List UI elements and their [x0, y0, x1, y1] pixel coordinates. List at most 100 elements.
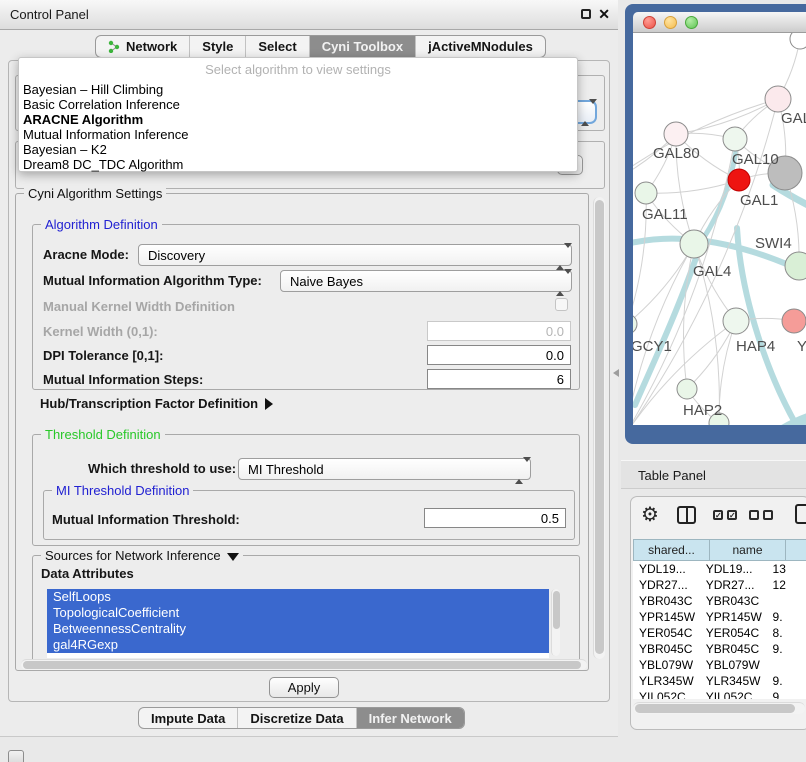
table-cell: YLR345W: [700, 673, 767, 689]
cyni-algorithm-settings-group: Cyni Algorithm Settings Algorithm Defini…: [15, 193, 589, 671]
unchecked-box-icon: [763, 510, 773, 520]
deselect-all-icon[interactable]: [749, 510, 773, 520]
network-svg: GALGAL80GAL10GAL1GAL11SWI4GAL4GCY1HAP4YH…: [633, 33, 806, 425]
network-canvas[interactable]: GALGAL80GAL10GAL1GAL11SWI4GAL4GCY1HAP4YH…: [633, 33, 806, 425]
table-cell: YBR045C: [633, 641, 700, 657]
tab-style[interactable]: Style: [190, 36, 246, 57]
sources-legend[interactable]: Sources for Network Inference: [41, 548, 243, 563]
mi-steps-field[interactable]: 6: [427, 369, 571, 389]
algorithm-option[interactable]: Mutual Information Inference: [19, 127, 577, 142]
network-node-label: GAL11: [642, 206, 688, 223]
tab-discretize-data[interactable]: Discretize Data: [238, 708, 356, 728]
data-attribute-item[interactable]: gal4RGexp: [47, 637, 549, 653]
hub-transcription-factor-expander[interactable]: Hub/Transcription Factor Definition: [40, 396, 273, 411]
attributes-scrollbar[interactable]: [551, 589, 560, 656]
table-cell: YBL079W: [633, 657, 700, 673]
minimize-traffic-light-icon[interactable]: [664, 16, 677, 29]
close-traffic-light-icon[interactable]: [643, 16, 656, 29]
column-header-shared...[interactable]: shared...: [633, 539, 709, 561]
network-node-gal80[interactable]: [664, 122, 688, 146]
settings-horizontal-scrollbar[interactable]: [21, 659, 587, 670]
network-node[interactable]: [790, 33, 806, 49]
data-attributes-label: Data Attributes: [41, 566, 134, 581]
algorithm-definition-group: Algorithm Definition Aracne Mode: Discov…: [32, 224, 580, 390]
splitter-collapse-icon[interactable]: [613, 369, 619, 377]
table-body: YDL19...YDL19...13YDR27...YDR27...12YBR0…: [633, 561, 806, 699]
threshold-definition-legend: Threshold Definition: [41, 427, 165, 442]
table-cell: YER054C: [633, 625, 700, 641]
aracne-mode-combo[interactable]: Discovery: [138, 244, 572, 266]
table-cell: 12: [767, 577, 806, 593]
table-cell: YIL052C: [633, 689, 700, 699]
algorithm-option[interactable]: ARACNE Algorithm: [19, 112, 577, 127]
select-all-icon[interactable]: ✓ ✓: [713, 510, 737, 520]
dpi-tolerance-field[interactable]: 0.0: [427, 345, 571, 365]
columns-icon[interactable]: [677, 506, 696, 524]
table-icon[interactable]: [795, 504, 806, 524]
table-row[interactable]: YBL079WYBL079W: [633, 657, 806, 673]
apply-button[interactable]: Apply: [269, 677, 339, 698]
table-row[interactable]: YDR27...YDR27...12: [633, 577, 806, 593]
algorithm-option[interactable]: Dream8 DC_TDC Algorithm: [19, 157, 577, 172]
data-attribute-item[interactable]: BetweennessCentrality: [47, 621, 549, 637]
data-attribute-item[interactable]: TopologicalCoefficient: [47, 605, 549, 621]
which-threshold-combo[interactable]: MI Threshold: [238, 458, 531, 480]
table-cell: 9.: [767, 609, 806, 625]
network-window-titlebar[interactable]: [633, 12, 806, 33]
algorithm-option[interactable]: Bayesian – K2: [19, 142, 577, 157]
tab-infer-network[interactable]: Infer Network: [357, 708, 464, 728]
network-node-hap4[interactable]: [723, 308, 749, 334]
network-node-gal11[interactable]: [635, 182, 657, 204]
table-horizontal-scrollbar[interactable]: [633, 702, 805, 714]
attributes-scrollbar-thumb[interactable]: [553, 591, 560, 629]
network-node-swi4[interactable]: [785, 252, 806, 280]
gear-icon[interactable]: ⚙: [641, 502, 659, 527]
algorithm-option[interactable]: Bayesian – Hill Climbing: [19, 82, 577, 97]
network-node-gal4[interactable]: [680, 230, 708, 258]
dock-panel-icon[interactable]: [8, 750, 24, 762]
tab-cyni-toolbox[interactable]: Cyni Toolbox: [310, 36, 416, 57]
control-panel-tabbar: NetworkStyle Select Cyni Toolbox jActiveMNo…: [95, 35, 546, 58]
column-header-clipped[interactable]: [785, 539, 806, 561]
table-cell: 9.: [767, 673, 806, 689]
table-cell: YDL19...: [700, 561, 767, 577]
network-node-label: GCY1: [633, 338, 672, 355]
data-attribute-item[interactable]: SelfLoops: [47, 589, 549, 605]
table-row[interactable]: YDL19...YDL19...13: [633, 561, 806, 577]
settings-vertical-scrollbar[interactable]: [593, 197, 605, 659]
network-edge[interactable]: [633, 99, 778, 183]
zoom-traffic-light-icon[interactable]: [685, 16, 698, 29]
mi-threshold-field[interactable]: 0.5: [424, 508, 566, 528]
column-header-name[interactable]: name: [709, 539, 785, 561]
tab-network[interactable]: Network: [96, 36, 190, 57]
table-horizontal-scrollbar-thumb[interactable]: [635, 704, 795, 713]
table-row[interactable]: YIL052CYIL052C9.: [633, 689, 806, 699]
table-row[interactable]: YLR345WYLR345W9.: [633, 673, 806, 689]
table-row[interactable]: YPR145WYPR145W9.: [633, 609, 806, 625]
tab-label: jActiveMNodules: [428, 39, 533, 54]
tab-impute-data[interactable]: Impute Data: [139, 708, 238, 728]
tab-select[interactable]: Select: [246, 36, 309, 57]
network-node-y[interactable]: [782, 309, 806, 333]
settings-vertical-scrollbar-thumb[interactable]: [595, 200, 604, 654]
network-node-gal10[interactable]: [723, 127, 747, 151]
network-node-label: HAP4: [736, 338, 775, 355]
float-window-icon[interactable]: [581, 9, 591, 19]
table-row[interactable]: YBR045CYBR045C9.: [633, 641, 806, 657]
table-row[interactable]: YER054CYER054C8.: [633, 625, 806, 641]
close-icon[interactable]: ✕: [598, 6, 610, 23]
network-node-hap2[interactable]: [677, 379, 697, 399]
table-row[interactable]: YBR043CYBR043C: [633, 593, 806, 609]
table-cell: YDR27...: [633, 577, 700, 593]
settings-horizontal-scrollbar-thumb[interactable]: [23, 661, 581, 669]
mi-algorithm-type-combo[interactable]: Naive Bayes: [280, 270, 572, 292]
combo-stepper-icon: [556, 274, 566, 290]
tab-label: Select: [258, 39, 296, 54]
network-node-gal[interactable]: [765, 86, 791, 112]
expander-arrow-right-icon: [265, 398, 273, 410]
network-node-label: GAL4: [693, 263, 731, 280]
tab-jactivemnodules[interactable]: jActiveMNodules: [416, 36, 545, 57]
network-node-label: Y: [797, 338, 806, 355]
network-node-gal1[interactable]: [728, 169, 750, 191]
algorithm-option[interactable]: Basic Correlation Inference: [19, 97, 577, 112]
